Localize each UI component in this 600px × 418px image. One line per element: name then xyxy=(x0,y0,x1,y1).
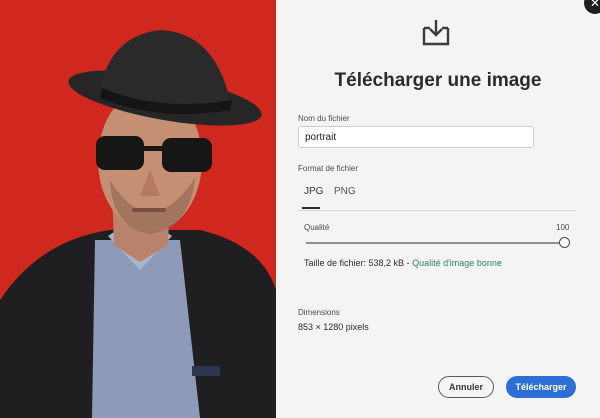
quality-slider-thumb[interactable] xyxy=(559,237,570,248)
quality-label: Qualité xyxy=(304,223,330,232)
close-icon[interactable]: ✕ xyxy=(584,0,600,14)
download-dialog: ✕ Télécharger une image Nom du fichier p… xyxy=(0,0,600,418)
filename-label: Nom du fichier xyxy=(298,114,350,123)
dimensions-label: Dimensions xyxy=(298,308,340,317)
quality-slider-track[interactable] xyxy=(306,242,564,244)
image-preview xyxy=(0,0,276,418)
filename-input[interactable]: portrait xyxy=(298,126,534,148)
quality-rating: Qualité d'image bonne xyxy=(412,258,502,268)
portrait-photo xyxy=(0,0,276,418)
download-button[interactable]: Télécharger xyxy=(506,376,576,398)
tab-png[interactable]: PNG xyxy=(334,186,356,197)
format-tabs: JPG PNG xyxy=(298,180,576,211)
tab-jpg[interactable]: JPG xyxy=(304,186,323,197)
download-tray-icon xyxy=(422,20,450,46)
filename-value: portrait xyxy=(305,131,337,143)
dimensions-value: 853 × 1280 pixels xyxy=(298,322,369,332)
file-size-info: Taille de fichier: 538,2 kB - Qualité d'… xyxy=(304,258,502,268)
format-label: Format de fichier xyxy=(298,164,359,173)
quality-value: 100 xyxy=(556,223,570,232)
selected-tab-indicator xyxy=(302,207,320,209)
dialog-title: Télécharger une image xyxy=(334,70,542,91)
cancel-button[interactable]: Annuler xyxy=(438,376,494,398)
download-form: ✕ Télécharger une image Nom du fichier p… xyxy=(276,0,600,418)
file-size-text: Taille de fichier: 538,2 kB - xyxy=(304,258,413,268)
